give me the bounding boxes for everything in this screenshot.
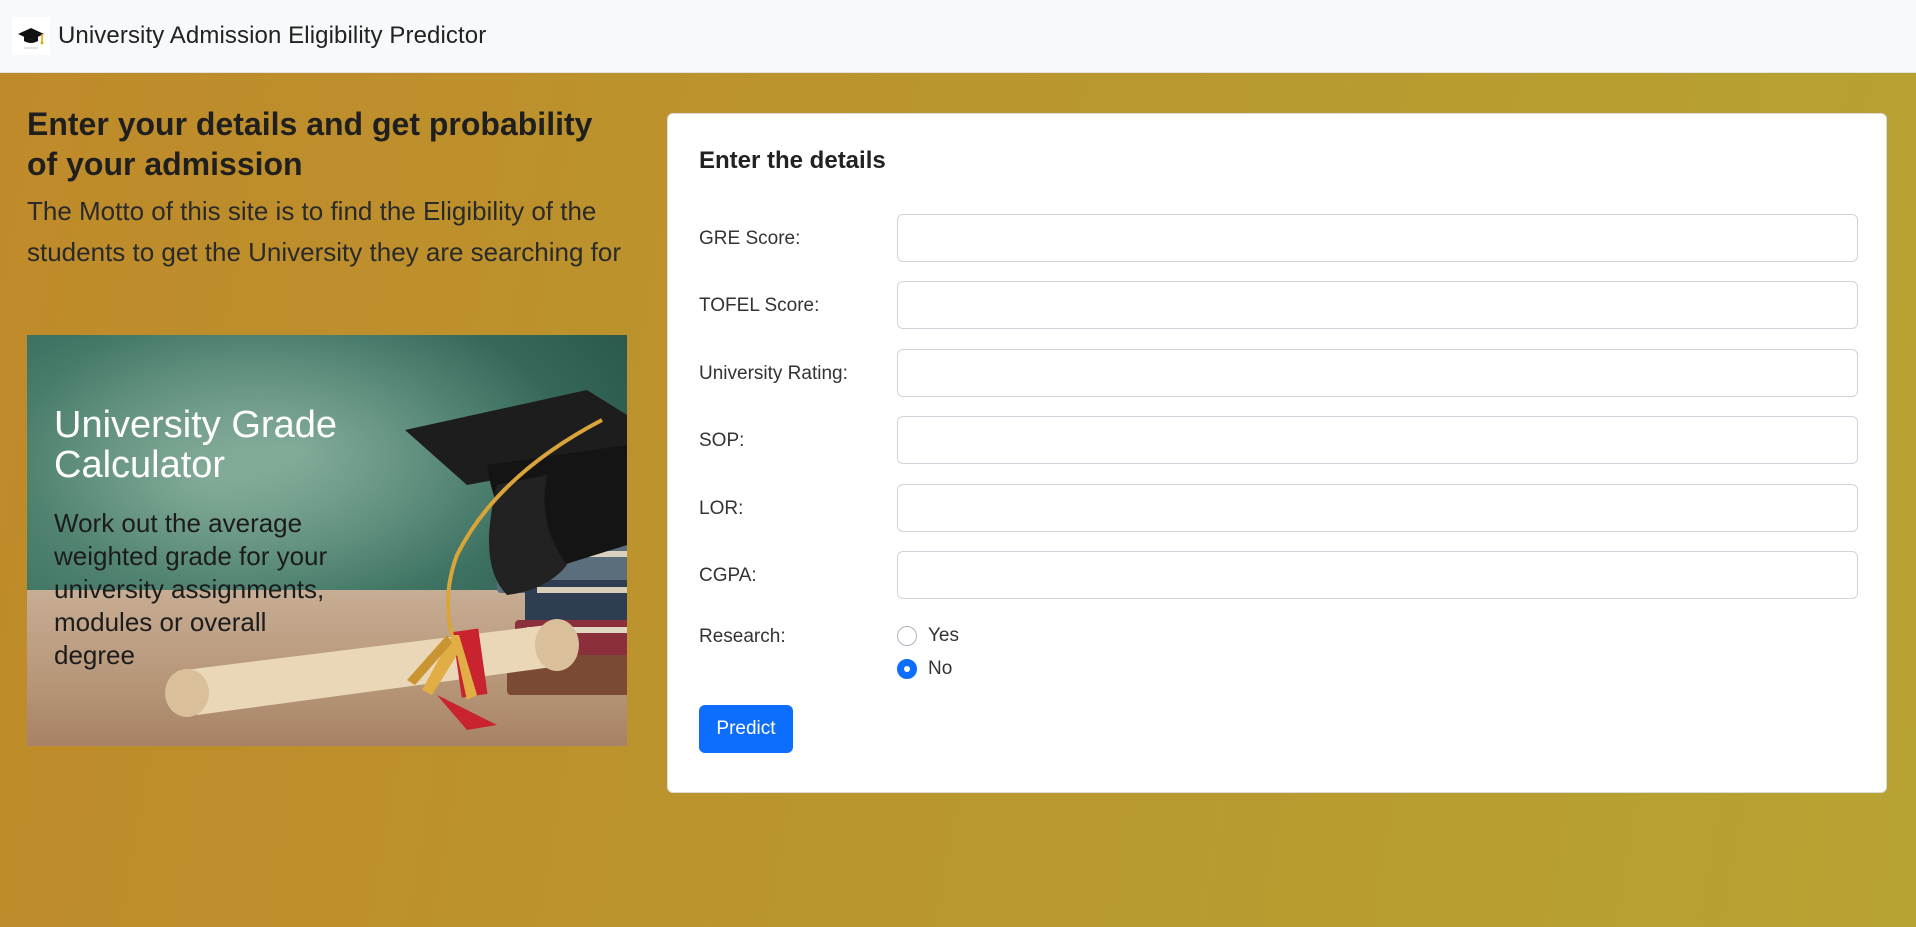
cgpa-row: CGPA:: [699, 551, 1859, 599]
lor-label: LOR:: [699, 498, 744, 519]
gre-score-input[interactable]: [897, 214, 1858, 262]
intro-motto: The Motto of this site is to find the El…: [27, 196, 621, 267]
research-no-label[interactable]: No: [928, 658, 952, 680]
research-option-no[interactable]: No: [897, 658, 952, 680]
university-rating-row: University Rating:: [699, 349, 1859, 397]
details-form-card: Enter the details GRE Score: TOFEL Score…: [667, 113, 1887, 793]
banner-title: University Grade Calculator: [54, 404, 337, 486]
banner-subtitle: Work out the average weighted grade for …: [54, 508, 328, 670]
banner-image: University Grade Calculator Work out the…: [27, 335, 627, 746]
sop-label: SOP:: [699, 430, 745, 451]
navbar: University Admission Eligibility Predict…: [0, 0, 1916, 73]
cgpa-input[interactable]: [897, 551, 1858, 599]
tofel-score-row: TOFEL Score:: [699, 281, 1859, 329]
form-title: Enter the details: [699, 147, 886, 174]
gre-score-row: GRE Score:: [699, 214, 1859, 262]
tofel-score-label: TOFEL Score:: [699, 295, 820, 316]
university-rating-label: University Rating:: [699, 363, 848, 384]
lor-row: LOR:: [699, 484, 1859, 532]
intro-heading: Enter your details and get probability o…: [27, 106, 593, 182]
lor-input[interactable]: [897, 484, 1858, 532]
graduation-cap-icon[interactable]: [12, 17, 50, 55]
research-option-yes[interactable]: Yes: [897, 625, 959, 647]
gre-score-label: GRE Score:: [699, 228, 801, 249]
cgpa-label: CGPA:: [699, 565, 757, 586]
predict-button[interactable]: Predict: [699, 705, 793, 753]
research-no-radio[interactable]: [897, 659, 917, 679]
sop-row: SOP:: [699, 416, 1859, 464]
tofel-score-input[interactable]: [897, 281, 1858, 329]
research-label: Research:: [699, 626, 786, 647]
research-yes-radio[interactable]: [897, 626, 917, 646]
university-rating-input[interactable]: [897, 349, 1858, 397]
app-title[interactable]: University Admission Eligibility Predict…: [58, 22, 486, 50]
intro-section: Enter your details and get probability o…: [27, 104, 627, 273]
sop-input[interactable]: [897, 416, 1858, 464]
research-yes-label[interactable]: Yes: [928, 625, 959, 647]
